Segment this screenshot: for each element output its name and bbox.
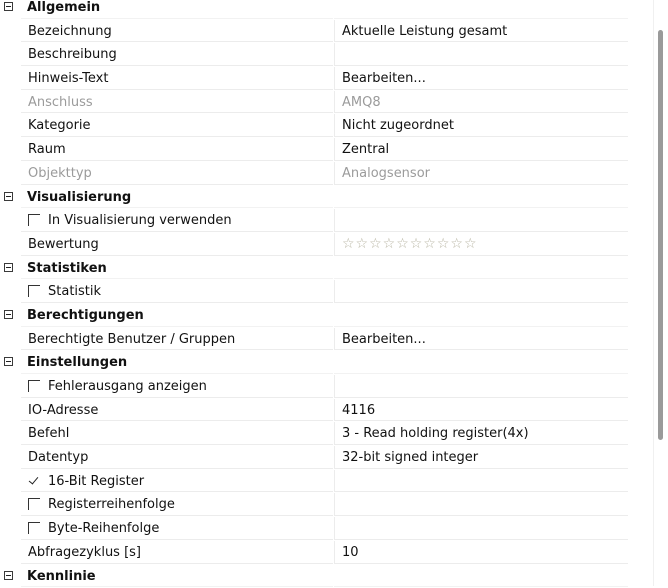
- property-label: Bewertung: [21, 233, 333, 256]
- property-row-statistik[interactable]: Statistik: [0, 280, 652, 304]
- property-value[interactable]: Bearbeiten...: [334, 328, 628, 351]
- property-row-beschreibung[interactable]: Beschreibung: [0, 43, 652, 67]
- checkbox-label: Byte-Reihenfolge: [48, 521, 159, 536]
- property-row-raum[interactable]: RaumZentral: [0, 138, 652, 162]
- property-label: Raum: [21, 138, 333, 161]
- checkbox-label: Registerreihenfolge: [48, 497, 175, 512]
- property-value[interactable]: 4116: [334, 399, 628, 422]
- category-label: Einstellungen: [21, 351, 333, 374]
- property-label-cell: Byte-Reihenfolge: [21, 517, 333, 540]
- collapse-toggle-icon[interactable]: [4, 263, 13, 272]
- property-label-cell: Registerreihenfolge: [21, 493, 333, 516]
- property-value[interactable]: Zentral: [334, 138, 628, 161]
- property-value-cell: [334, 209, 628, 232]
- property-label: Bezeichnung: [21, 20, 333, 43]
- property-value[interactable]: Bearbeiten...: [334, 67, 628, 90]
- property-label: IO-Adresse: [21, 399, 333, 422]
- property-label: Anschluss: [21, 91, 333, 114]
- property-value-cell: [334, 470, 628, 493]
- scrollbar-thumb[interactable]: [658, 30, 663, 440]
- property-value[interactable]: Nicht zugeordnet: [334, 114, 628, 137]
- property-label: Befehl: [21, 422, 333, 445]
- category-label: Allgemein: [21, 0, 333, 19]
- checkbox-checked-icon[interactable]: [28, 475, 40, 487]
- property-value-cell: [334, 517, 628, 540]
- property-row-bezeichnung[interactable]: BezeichnungAktuelle Leistung gesamt: [0, 20, 652, 44]
- category-label: Statistiken: [21, 257, 333, 280]
- property-label-cell: Statistik: [21, 280, 333, 303]
- checkbox-label: 16-Bit Register: [48, 474, 144, 489]
- property-value-cell: [334, 375, 628, 398]
- category-filler: [334, 351, 628, 374]
- category-filler: [334, 0, 628, 19]
- property-value[interactable]: 3 - Read holding register(4x): [334, 422, 628, 445]
- collapse-toggle-icon[interactable]: [4, 571, 13, 580]
- property-row-anschluss[interactable]: AnschlussAMQ8: [0, 91, 652, 115]
- checkbox-icon[interactable]: [28, 285, 40, 297]
- property-label: Objekttyp: [21, 162, 333, 185]
- category-filler: [334, 565, 628, 588]
- checkbox-icon[interactable]: [28, 380, 40, 392]
- property-label-cell: Fehlerausgang anzeigen: [21, 375, 333, 398]
- property-row-objekttyp[interactable]: ObjekttypAnalogsensor: [0, 162, 652, 186]
- property-row-fehlerausgang-anzeigen[interactable]: Fehlerausgang anzeigen: [0, 375, 652, 399]
- property-value[interactable]: 10: [334, 541, 628, 564]
- property-row-hinweis-text[interactable]: Hinweis-TextBearbeiten...: [0, 67, 652, 91]
- collapse-toggle-icon[interactable]: [4, 357, 13, 366]
- checkbox-label: Fehlerausgang anzeigen: [48, 379, 207, 394]
- property-row-byte-reihenfolge[interactable]: Byte-Reihenfolge: [0, 517, 652, 541]
- vertical-scrollbar[interactable]: [653, 0, 668, 586]
- property-row-io-adresse[interactable]: IO-Adresse4116: [0, 399, 652, 423]
- category-row-visualisierung[interactable]: Visualisierung: [0, 186, 652, 210]
- property-label-cell: 16-Bit Register: [21, 470, 333, 493]
- property-label: Berechtigte Benutzer / Gruppen: [21, 328, 333, 351]
- category-label: Kennlinie: [21, 565, 333, 588]
- category-filler: [334, 257, 628, 280]
- property-row-berechtigte-benutzer-gruppen[interactable]: Berechtigte Benutzer / GruppenBearbeiten…: [0, 328, 652, 352]
- category-label: Visualisierung: [21, 186, 333, 209]
- property-row-16-bit-register[interactable]: 16-Bit Register: [0, 470, 652, 494]
- property-row-befehl[interactable]: Befehl3 - Read holding register(4x): [0, 422, 652, 446]
- checkbox-label: Statistik: [48, 284, 101, 299]
- checkbox-icon[interactable]: [28, 214, 40, 226]
- property-row-registerreihenfolge[interactable]: Registerreihenfolge: [0, 493, 652, 517]
- collapse-toggle-icon[interactable]: [4, 192, 13, 201]
- property-label: Hinweis-Text: [21, 67, 333, 90]
- property-row-kategorie[interactable]: KategorieNicht zugeordnet: [0, 114, 652, 138]
- property-row-datentyp[interactable]: Datentyp32-bit signed integer: [0, 446, 652, 470]
- property-label: Datentyp: [21, 446, 333, 469]
- category-row-einstellungen[interactable]: Einstellungen: [0, 351, 652, 375]
- collapse-toggle-icon[interactable]: [4, 310, 13, 319]
- category-filler: [334, 186, 628, 209]
- property-value[interactable]: 32-bit signed integer: [334, 446, 628, 469]
- collapse-toggle-icon[interactable]: [4, 2, 13, 11]
- property-label: Abfragezyklus [s]: [21, 541, 333, 564]
- rating-stars-icon[interactable]: ☆☆☆☆☆☆☆☆☆☆: [342, 236, 478, 252]
- property-grid: AllgemeinBezeichnungAktuelle Leistung ge…: [0, 0, 652, 588]
- category-row-statistiken[interactable]: Statistiken: [0, 257, 652, 281]
- checkbox-icon[interactable]: [28, 498, 40, 510]
- property-label: Beschreibung: [21, 43, 333, 66]
- property-label: Kategorie: [21, 114, 333, 137]
- category-row-allgemein[interactable]: Allgemein: [0, 0, 652, 20]
- rating-value-cell[interactable]: ☆☆☆☆☆☆☆☆☆☆: [334, 233, 628, 256]
- checkbox-label: In Visualisierung verwenden: [48, 213, 232, 228]
- checkbox-icon[interactable]: [28, 522, 40, 534]
- property-value: AMQ8: [334, 91, 628, 114]
- property-row-abfragezyklus-s[interactable]: Abfragezyklus [s]10: [0, 541, 652, 565]
- property-value-cell: [334, 280, 628, 303]
- property-value: Analogsensor: [334, 162, 628, 185]
- property-value[interactable]: [334, 43, 628, 66]
- property-value[interactable]: Aktuelle Leistung gesamt: [334, 20, 628, 43]
- property-row-in-visualisierung-verwenden[interactable]: In Visualisierung verwenden: [0, 209, 652, 233]
- category-filler: [334, 304, 628, 327]
- category-label: Berechtigungen: [21, 304, 333, 327]
- category-row-berechtigungen[interactable]: Berechtigungen: [0, 304, 652, 328]
- property-row-bewertung[interactable]: Bewertung ☆☆☆☆☆☆☆☆☆☆: [0, 233, 652, 257]
- category-row-kennlinie[interactable]: Kennlinie: [0, 565, 652, 588]
- property-value-cell: [334, 493, 628, 516]
- property-label-cell: In Visualisierung verwenden: [21, 209, 333, 232]
